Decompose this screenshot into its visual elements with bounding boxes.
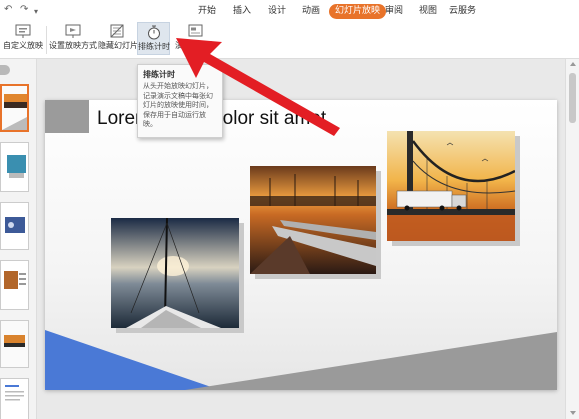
- setup-show-button[interactable]: 设置放映方式: [49, 22, 97, 55]
- hide-slide-button[interactable]: 隐藏幻灯片: [98, 22, 138, 55]
- redo-icon[interactable]: ↷: [20, 4, 28, 16]
- slide-canvas[interactable]: Lorem ipsum dolor sit amet: [45, 100, 557, 390]
- train-station-photo[interactable]: [250, 166, 376, 274]
- ribbon-toolbar: 自定义放映 设置放映方式 隐藏幻灯片 排练计时 演讲者备注: [0, 22, 579, 59]
- pane-collapse-tab[interactable]: [0, 65, 10, 75]
- slide-thumbnail-preview: [1, 379, 28, 419]
- scroll-down-icon[interactable]: [570, 411, 576, 415]
- ribbon-divider: [46, 26, 47, 54]
- bridge-truck-photo[interactable]: [387, 131, 515, 241]
- slide-thumbnail-preview: [2, 86, 27, 130]
- undo-icon[interactable]: ↶: [4, 4, 12, 16]
- slide-thumbnail-preview: [1, 321, 28, 367]
- slide-thumbnail[interactable]: [0, 378, 29, 419]
- tab-slideshow[interactable]: 幻灯片放映: [329, 4, 387, 19]
- slide-thumbnail-preview: [1, 261, 28, 309]
- tab-design[interactable]: 设计: [268, 4, 286, 19]
- chevron-down-icon[interactable]: ▾: [34, 6, 38, 18]
- rehearse-timings-label: 排练计时: [138, 42, 170, 51]
- custom-show-icon: [15, 24, 31, 38]
- blue-triangle-shape: [45, 330, 220, 390]
- tab-home[interactable]: 开始: [198, 4, 216, 19]
- vertical-scrollbar[interactable]: [565, 59, 579, 419]
- slide-thumbnail[interactable]: [0, 260, 29, 310]
- tab-review[interactable]: 审阅: [385, 4, 403, 19]
- hide-slide-label: 隐藏幻灯片: [98, 41, 138, 50]
- hide-slide-icon: [110, 24, 123, 38]
- slide-thumbnail[interactable]: [0, 84, 29, 132]
- scrollbar-thumb[interactable]: [569, 73, 576, 123]
- speaker-notes-icon: [188, 24, 203, 37]
- slide-thumbnail-preview: [1, 143, 28, 191]
- tab-insert[interactable]: 插入: [233, 4, 251, 19]
- speaker-notes-label: 演讲者备注: [175, 41, 215, 50]
- rehearse-timings-tooltip: 排练计时 从头开始放映幻灯片，记录演示文稿中每张幻灯片的放映使用时间，保存用于自…: [137, 64, 223, 138]
- tooltip-title: 排练计时: [143, 70, 175, 79]
- slide-thumbnail-pane: [0, 59, 37, 419]
- slide-thumbnail[interactable]: [0, 142, 29, 192]
- slide-thumbnail[interactable]: [0, 320, 29, 368]
- slide-thumbnail[interactable]: [0, 202, 29, 250]
- custom-show-label: 自定义放映: [3, 41, 43, 50]
- tab-view[interactable]: 视图: [419, 4, 437, 19]
- setup-show-icon: [65, 24, 80, 38]
- slide-thumbnail-preview: [1, 203, 28, 249]
- setup-show-label: 设置放映方式: [49, 41, 97, 50]
- tooltip-body: 从头开始放映幻灯片，记录演示文稿中每张幻灯片的放映使用时间，保存用于自动运行放映…: [143, 82, 213, 128]
- tab-cloud-service[interactable]: 云服务: [449, 4, 476, 19]
- stopwatch-icon: [147, 25, 160, 40]
- grey-triangle-shape: [185, 332, 557, 390]
- speaker-notes-button[interactable]: 演讲者备注: [172, 22, 218, 55]
- rehearse-timings-button[interactable]: 排练计时: [137, 22, 170, 55]
- tab-animation[interactable]: 动画: [302, 4, 320, 19]
- scroll-up-icon[interactable]: [570, 62, 576, 66]
- custom-show-button[interactable]: 自定义放映: [2, 22, 44, 55]
- menu-bar: ↶ ↷ ▾ 开始 插入 设计 动画 幻灯片放映 审阅 视图 云服务: [0, 0, 579, 22]
- sailboat-photo[interactable]: [111, 218, 239, 328]
